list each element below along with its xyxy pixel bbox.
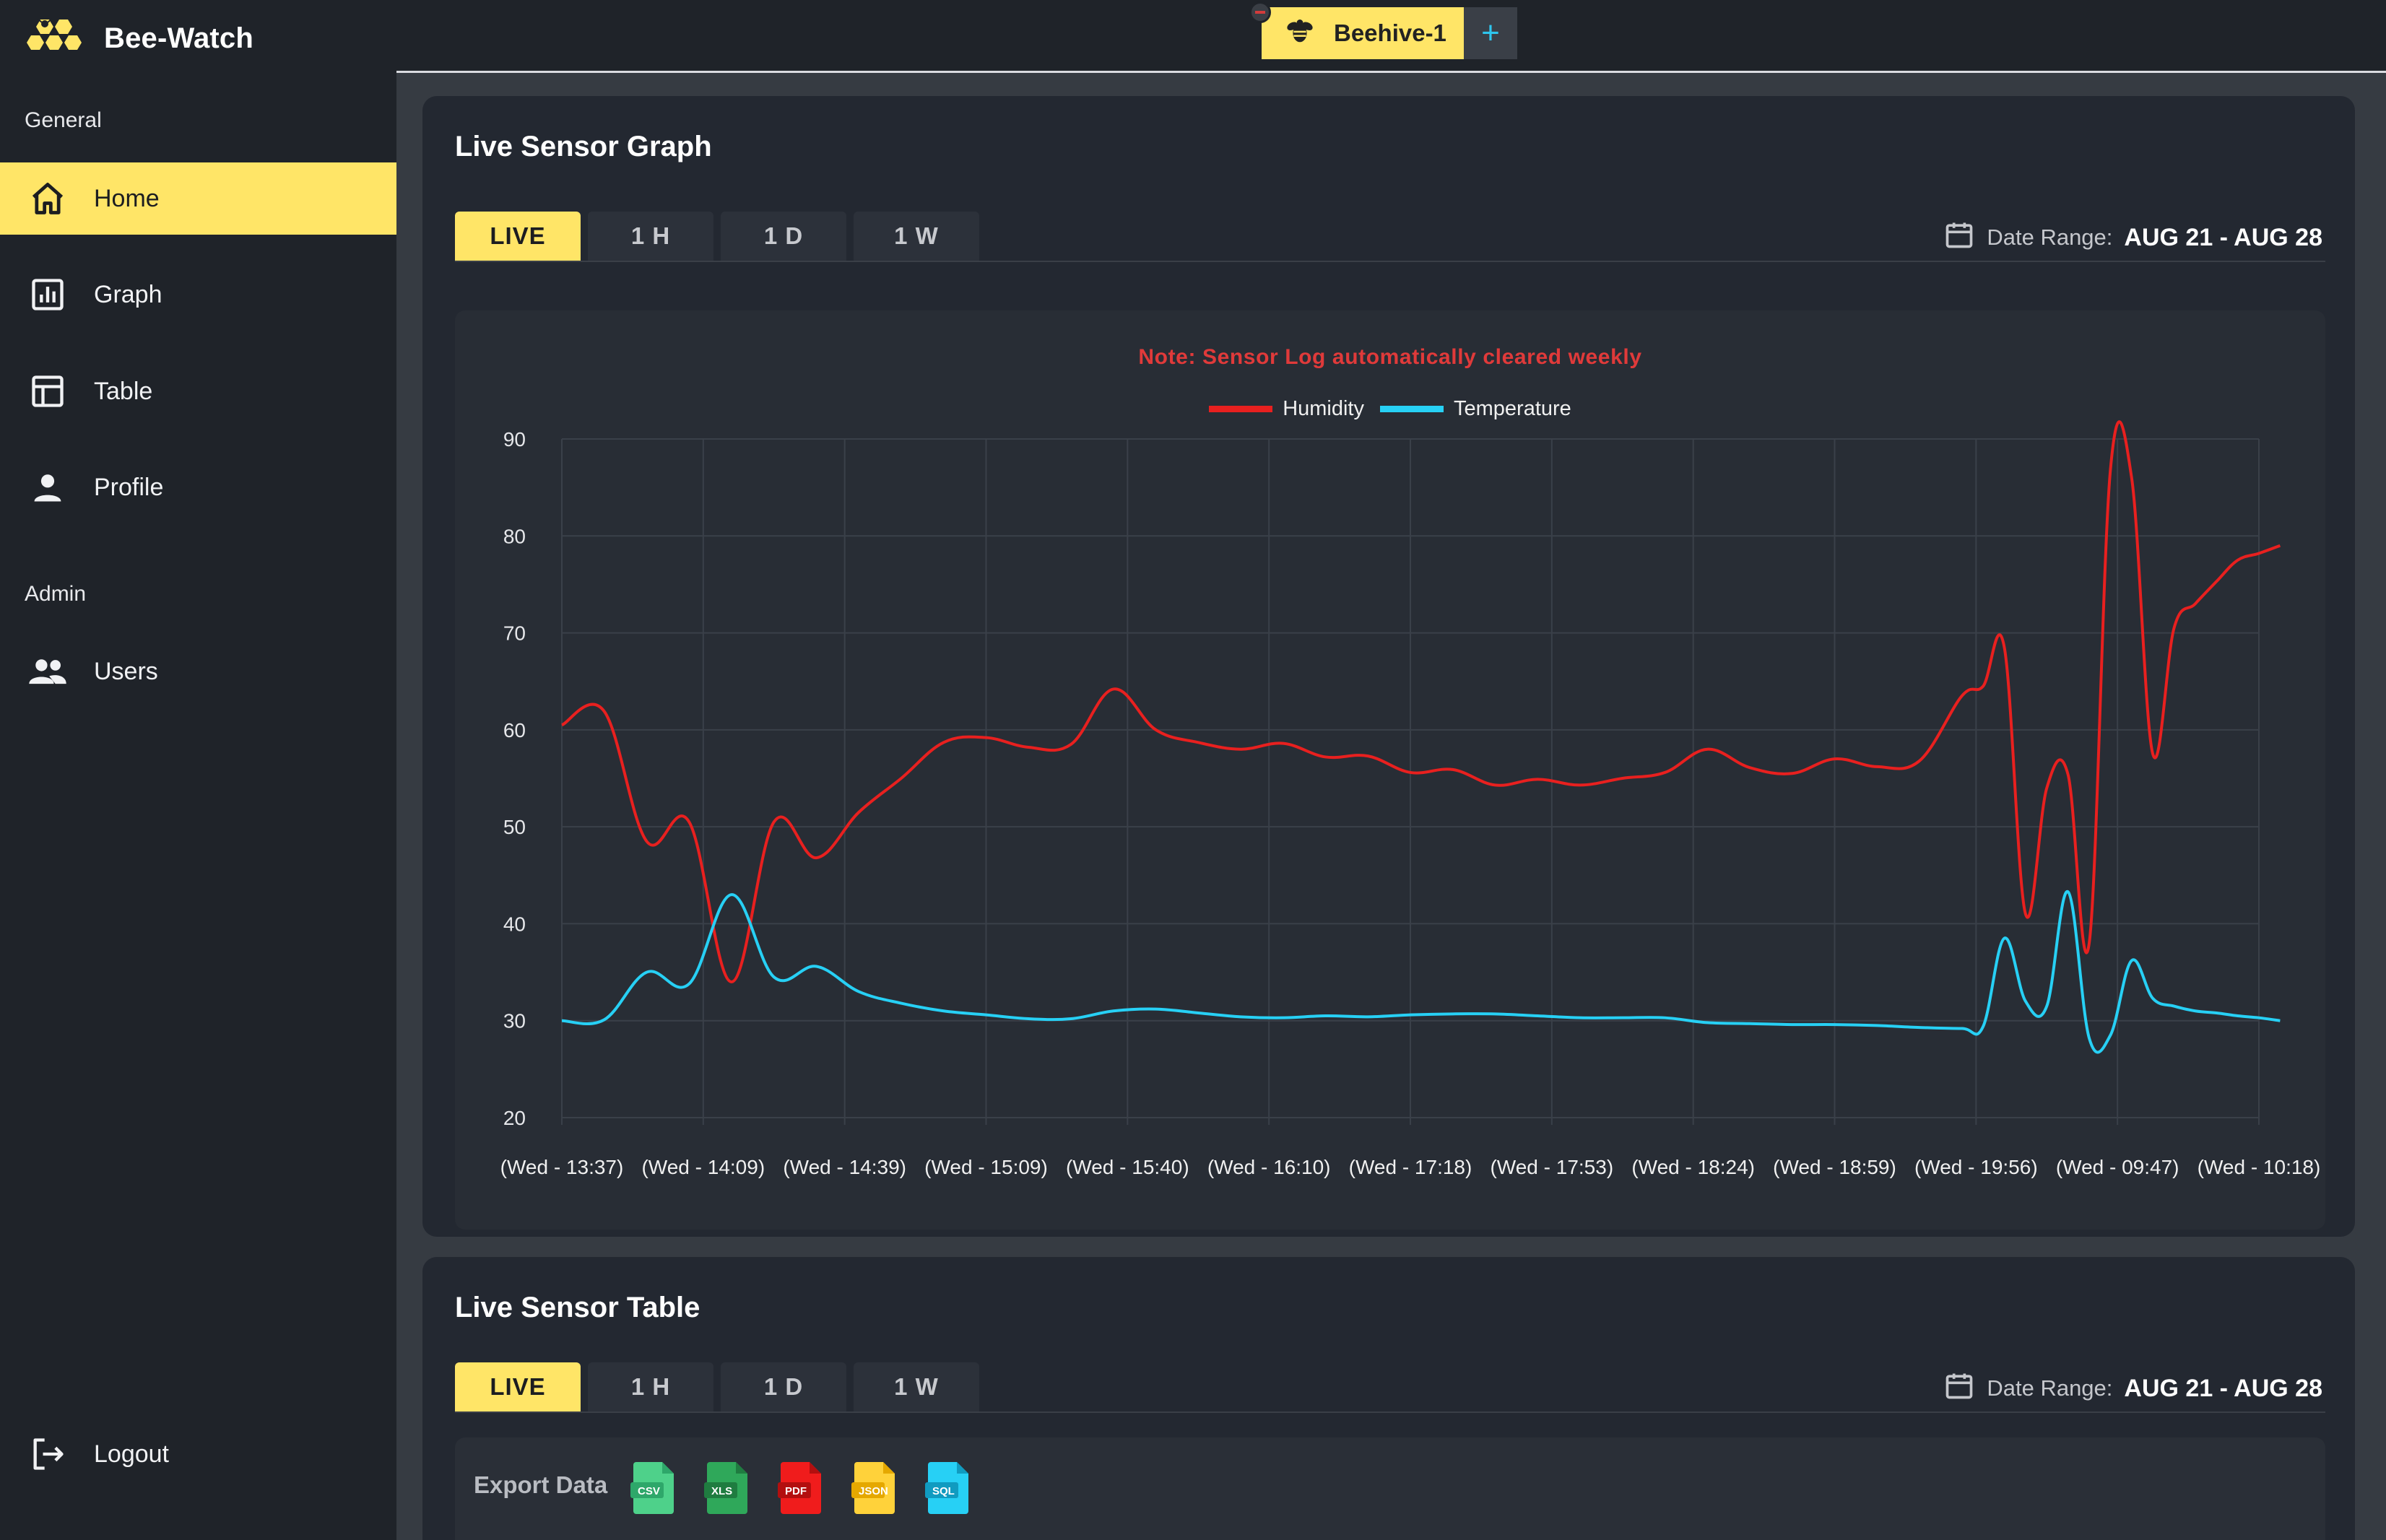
sidebar-item-users[interactable]: Users (0, 635, 396, 708)
series-line-temperature (561, 890, 2281, 1054)
bee-icon (1283, 14, 1316, 53)
live-sensor-graph-card: Live Sensor Graph LIVE 1 H 1 D 1 W Date … (422, 96, 2355, 1237)
sidebar-item-graph[interactable]: Graph (0, 258, 396, 331)
date-range-value: AUG 21 - AUG 28 (2124, 1374, 2322, 1402)
tab-1w[interactable]: 1 W (854, 1362, 979, 1411)
sidebar-item-label: Graph (94, 280, 162, 308)
date-range-value: AUG 21 - AUG 28 (2124, 223, 2322, 251)
hive-tab-label: Beehive-1 (1334, 19, 1446, 46)
y-tick-label: 70 (503, 622, 526, 645)
tab-1d[interactable]: 1 D (721, 212, 846, 261)
json-tag: JSON (859, 1485, 888, 1497)
tab-beehive-1[interactable]: Beehive-1 (1262, 7, 1464, 59)
sidebar-item-label: Profile (94, 473, 164, 501)
honeycomb-logo-icon (23, 15, 88, 62)
x-tick-label: (Wed - 09:47) (2056, 1156, 2179, 1178)
x-tick-label: (Wed - 13:37) (500, 1156, 624, 1178)
y-tick-label: 40 (503, 913, 526, 935)
graph-date-range[interactable]: Date Range: AUG 21 - AUG 28 (1943, 219, 2322, 256)
tab-live[interactable]: LIVE (455, 1362, 581, 1411)
add-hive-tab-button[interactable]: + (1464, 7, 1517, 59)
close-tab-button[interactable] (1249, 1, 1271, 23)
app-title: Bee-Watch (104, 22, 254, 54)
sidebar-item-label: Home (94, 184, 160, 212)
bar-chart-icon (26, 273, 69, 316)
xls-tag: XLS (711, 1485, 733, 1497)
x-tick-label: (Wed - 15:40) (1066, 1156, 1189, 1178)
live-sensor-table-card: Live Sensor Table LIVE 1 H 1 D 1 W Date … (422, 1257, 2355, 1540)
person-icon (26, 466, 69, 509)
logout-label: Logout (94, 1440, 169, 1468)
x-tick-label: (Wed - 14:39) (783, 1156, 906, 1178)
tab-1h[interactable]: 1 H (588, 212, 713, 261)
main-content: Live Sensor Graph LIVE 1 H 1 D 1 W Date … (396, 73, 2386, 1540)
date-range-label: Date Range: (1987, 225, 2113, 250)
x-tick-label: (Wed - 18:59) (1773, 1156, 1896, 1178)
export-label: Export Data (474, 1471, 608, 1498)
logout-button[interactable]: Logout (0, 1418, 396, 1490)
y-tick-label: 90 (503, 428, 526, 451)
tab-1d[interactable]: 1 D (721, 1362, 846, 1411)
section-label-admin: Admin (25, 582, 87, 606)
pdf-tag: PDF (785, 1485, 807, 1497)
logout-icon (26, 1432, 69, 1476)
sidebar-item-label: Users (94, 657, 158, 685)
x-tick-label: (Wed - 14:09) (641, 1156, 765, 1178)
users-icon (26, 650, 69, 693)
x-tick-label: (Wed - 18:24) (1631, 1156, 1755, 1178)
table-card-title: Live Sensor Table (455, 1292, 700, 1323)
sidebar-item-table[interactable]: Table (0, 355, 396, 427)
tab-1h[interactable]: 1 H (588, 1362, 713, 1411)
export-bar: Export Data CSV XLS PDF JSON SQL (455, 1437, 2325, 1540)
y-tick-label: 50 (503, 816, 526, 838)
graph-tabs-divider (455, 261, 2325, 262)
x-tick-label: (Wed - 16:10) (1207, 1156, 1331, 1178)
csv-tag: CSV (638, 1485, 660, 1497)
table-date-range[interactable]: Date Range: AUG 21 - AUG 28 (1943, 1370, 2322, 1407)
y-tick-label: 30 (503, 1010, 526, 1032)
calendar-icon (1943, 1370, 1975, 1407)
export-csv-button[interactable]: CSV (630, 1459, 680, 1515)
y-tick-label: 20 (503, 1107, 526, 1129)
table-range-tabs: LIVE 1 H 1 D 1 W (455, 1362, 979, 1411)
graph-card-title: Live Sensor Graph (455, 131, 712, 162)
section-label-general: General (25, 108, 102, 132)
x-tick-label: (Wed - 15:09) (924, 1156, 1048, 1178)
sidebar-item-label: Table (94, 377, 153, 405)
x-tick-label: (Wed - 10:18) (2198, 1156, 2321, 1178)
export-json-button[interactable]: JSON (851, 1459, 901, 1515)
x-tick-label: (Wed - 17:18) (1349, 1156, 1472, 1178)
x-tick-label: (Wed - 17:53) (1490, 1156, 1613, 1178)
date-range-label: Date Range: (1987, 1375, 2113, 1401)
series-line-humidity (561, 420, 2281, 983)
export-pdf-button[interactable]: PDF (778, 1459, 827, 1515)
brand[interactable]: Bee-Watch (23, 13, 253, 64)
chart-panel: Note: Sensor Log automatically cleared w… (455, 310, 2325, 1230)
tab-live[interactable]: LIVE (455, 212, 581, 261)
home-icon (26, 177, 69, 220)
sidebar-item-home[interactable]: Home (0, 162, 396, 235)
graph-range-tabs: LIVE 1 H 1 D 1 W (455, 212, 979, 261)
sidebar: Bee-Watch General Home Graph Table Profi… (0, 0, 396, 1540)
y-tick-label: 60 (503, 719, 526, 741)
line-chart: 90 80 70 60 50 40 30 20 (Wed - 13:37) (Wed - 14:0… (500, 420, 2321, 1178)
minus-icon (1255, 11, 1265, 14)
y-tick-label: 80 (503, 525, 526, 547)
x-tick-label: (Wed - 19:56) (1914, 1156, 2038, 1178)
export-sql-button[interactable]: SQL (925, 1459, 974, 1515)
calendar-icon (1943, 219, 1975, 256)
sidebar-item-profile[interactable]: Profile (0, 451, 396, 523)
table-icon (26, 370, 69, 413)
table-tabs-divider (455, 1411, 2325, 1413)
sql-tag: SQL (932, 1485, 955, 1497)
export-icons: CSV XLS PDF JSON SQL (630, 1459, 974, 1515)
export-xls-button[interactable]: XLS (704, 1459, 753, 1515)
tab-1w[interactable]: 1 W (854, 212, 979, 261)
app-root: Bee-Watch General Home Graph Table Profi… (0, 0, 2386, 1540)
